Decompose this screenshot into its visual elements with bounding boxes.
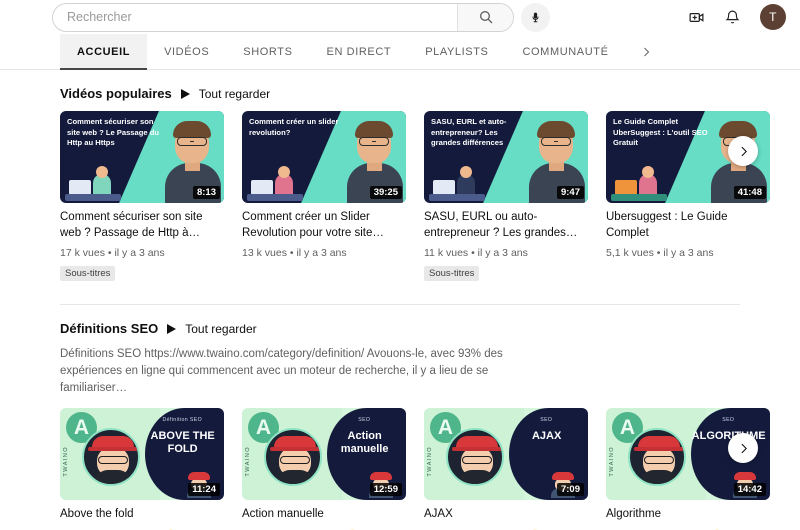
next-videos-button[interactable]	[728, 433, 758, 463]
video-meta: 5,1 k vues • il y a 3 ans	[606, 247, 714, 259]
video-duration: 39:25	[369, 186, 402, 199]
thumbnail-kicker: SEO	[722, 417, 735, 423]
voice-search-button[interactable]	[521, 2, 550, 32]
search-area	[52, 2, 550, 32]
brand-vertical-text: TWAINO	[427, 446, 433, 477]
video-title[interactable]: Algorithme	[606, 507, 770, 523]
thumbnail-word: Action manuelle	[340, 430, 389, 455]
video-thumbnail[interactable]: A TWAINO Définition SEO ABOVE THE FOLD 1…	[60, 408, 224, 500]
tab-shorts[interactable]: SHORTS	[226, 34, 309, 69]
thumbnail-text: Comment sécuriser son site web ? Le Pass…	[67, 117, 160, 147]
thumbnail-illustration	[247, 163, 303, 201]
tab-playlists[interactable]: PLAYLISTS	[408, 34, 505, 69]
chevron-right-icon	[643, 47, 649, 56]
tab-en-direct[interactable]: EN DIRECT	[310, 34, 409, 69]
tab-accueil[interactable]: ACCUEIL	[60, 34, 148, 70]
tab-communaute[interactable]: COMMUNAUTÉ	[505, 34, 625, 69]
video-duration: 8:13	[192, 186, 220, 199]
thumbnail-kicker: SEO	[358, 417, 371, 423]
tabs-overflow-button[interactable]	[626, 34, 666, 69]
avatar[interactable]: T	[760, 4, 786, 30]
presenter-photo	[446, 428, 504, 486]
brand-vertical-text: TWAINO	[609, 446, 615, 477]
play-all-icon[interactable]	[180, 88, 190, 99]
search-box[interactable]	[52, 2, 514, 32]
thumbnail-text: Le Guide Complet UberSuggest : L'outil S…	[613, 117, 708, 147]
video-card[interactable]: A TWAINO SEO Action manuelle 12:59 Actio…	[242, 408, 406, 530]
video-title[interactable]: SASU, EURL ou auto-entrepreneur ? Les gr…	[424, 210, 588, 241]
channel-tabs: ACCUEIL VIDÉOS SHORTS EN DIRECT PLAYLIST…	[0, 34, 800, 70]
video-duration: 11:24	[188, 483, 220, 496]
video-card[interactable]: SASU, EURL et auto-entrepreneur? Les gra…	[424, 111, 588, 281]
video-meta: 13 k vues • il y a 3 ans	[242, 247, 347, 259]
notifications-button[interactable]	[724, 9, 741, 26]
video-card[interactable]: A TWAINO SEO AJAX 7:09 AJAX Twaino | Age…	[424, 408, 588, 530]
chevron-right-icon	[740, 146, 747, 156]
video-title[interactable]: Comment créer un Slider Revolution pour …	[242, 210, 406, 241]
video-badge: Sous-titres	[60, 266, 116, 281]
video-duration: 9:47	[556, 186, 584, 199]
video-duration: 14:42	[733, 483, 766, 496]
shelf-title: Définitions SEO	[60, 321, 159, 336]
video-card[interactable]: A TWAINO Définition SEO ABOVE THE FOLD 1…	[60, 408, 224, 530]
create-video-button[interactable]	[688, 9, 705, 26]
channel-content: Vidéos populaires Tout regarder Comment …	[0, 70, 800, 530]
watch-all-link[interactable]: Tout regarder	[199, 87, 270, 101]
watch-all-link[interactable]: Tout regarder	[185, 322, 256, 336]
video-row-popular: Comment sécuriser son site web ? Le Pass…	[60, 111, 770, 281]
video-thumbnail[interactable]: SASU, EURL et auto-entrepreneur? Les gra…	[424, 111, 588, 203]
shelf-description: Définitions SEO https://www.twaino.com/c…	[60, 348, 503, 394]
search-button[interactable]	[457, 3, 513, 31]
search-icon	[479, 11, 492, 24]
video-badge: Sous-titres	[424, 266, 480, 281]
page-header: T	[0, 0, 800, 34]
thumbnail-text: Comment créer un slider revolution?	[249, 117, 339, 137]
thumbnail-word: ABOVE THE FOLD	[150, 430, 215, 455]
video-title[interactable]: Comment sécuriser son site web ? Passage…	[60, 210, 224, 241]
chevron-right-icon	[740, 443, 747, 453]
video-title[interactable]: AJAX	[424, 507, 588, 523]
video-card[interactable]: Comment sécuriser son site web ? Le Pass…	[60, 111, 224, 281]
video-row-definitions: A TWAINO Définition SEO ABOVE THE FOLD 1…	[60, 408, 770, 530]
create-video-icon	[689, 12, 704, 22]
search-input[interactable]	[53, 3, 457, 31]
tab-videos[interactable]: VIDÉOS	[147, 34, 226, 69]
video-card[interactable]: A TWAINO SEO ALGORITHME 14:42 Algorithme…	[606, 408, 770, 530]
presenter-photo	[82, 428, 140, 486]
shelf-header-definitions: Définitions SEO Tout regarder	[60, 305, 740, 346]
play-all-icon[interactable]	[167, 323, 177, 334]
brand-vertical-text: TWAINO	[63, 446, 69, 477]
thumbnail-word: AJAX	[531, 430, 562, 442]
next-videos-button[interactable]	[728, 136, 758, 166]
video-thumbnail[interactable]: Comment sécuriser son site web ? Le Pass…	[60, 111, 224, 203]
video-meta: 17 k vues • il y a 3 ans	[60, 247, 165, 259]
bell-icon	[725, 10, 740, 23]
video-duration: 12:59	[369, 483, 402, 496]
shelf-title: Vidéos populaires	[60, 86, 172, 101]
video-duration: 41:48	[733, 186, 766, 199]
presenter-photo	[628, 428, 686, 486]
video-duration: 7:09	[556, 483, 584, 496]
thumbnail-kicker: SEO	[540, 417, 553, 423]
video-thumbnail[interactable]: A TWAINO SEO Action manuelle 12:59	[242, 408, 406, 500]
video-title[interactable]: Above the fold	[60, 507, 224, 523]
video-thumbnail[interactable]: A TWAINO SEO AJAX 7:09	[424, 408, 588, 500]
thumbnail-illustration	[611, 163, 667, 201]
thumbnail-text: SASU, EURL et auto-entrepreneur? Les gra…	[431, 117, 507, 147]
video-thumbnail[interactable]: Comment créer un slider revolution? 39:2…	[242, 111, 406, 203]
header-actions: T	[688, 0, 786, 34]
brand-vertical-text: TWAINO	[245, 446, 251, 477]
video-title[interactable]: Ubersuggest : Le Guide Complet	[606, 210, 770, 241]
video-card[interactable]: Comment créer un slider revolution? 39:2…	[242, 111, 406, 281]
thumbnail-kicker: Définition SEO	[162, 417, 203, 423]
video-title[interactable]: Action manuelle	[242, 507, 406, 523]
thumbnail-illustration	[429, 163, 485, 201]
thumbnail-illustration	[65, 163, 121, 201]
video-meta: 11 k vues • il y a 3 ans	[424, 247, 528, 259]
microphone-icon	[532, 12, 539, 22]
presenter-photo	[264, 428, 322, 486]
shelf-header-popular: Vidéos populaires Tout regarder	[60, 70, 740, 111]
